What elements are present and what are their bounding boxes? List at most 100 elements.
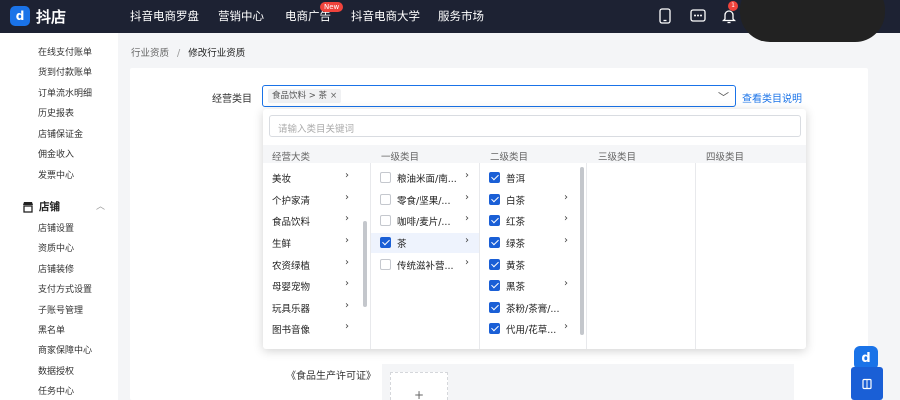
checkbox[interactable] <box>380 259 391 270</box>
sidebar-item-guarantee[interactable]: 商家保障中心 <box>38 343 92 356</box>
checkbox-checked[interactable] <box>489 323 500 334</box>
brand-name: 抖店 <box>36 7 67 26</box>
column-header-level1: 一级类目 <box>381 152 420 163</box>
checkbox-checked[interactable] <box>380 237 391 248</box>
sidebar-group-shop[interactable]: 店铺 ︿ <box>22 199 105 214</box>
sidebar-item-online-pay-bill[interactable]: 在线支付账单 <box>38 45 92 58</box>
food-license-label: 《食品生产许可证》 <box>286 371 376 382</box>
sidebar-item-tasks[interactable]: 任务中心 <box>38 384 74 397</box>
major-category-item[interactable]: 美妆 › <box>263 168 370 188</box>
plus-icon: + <box>414 388 425 400</box>
sidebar-item-data-auth[interactable]: 数据授权 <box>38 364 74 377</box>
level1-category-label: 咖啡/麦片/... <box>397 217 451 228</box>
level1-category-label: 粮油米面/南... <box>397 174 457 185</box>
checkbox-checked[interactable] <box>489 172 500 183</box>
view-category-description-link[interactable]: 查看类目说明 <box>742 90 802 105</box>
sidebar-item-blacklist[interactable]: 黑名单 <box>38 323 65 336</box>
scrollbar[interactable] <box>363 221 367 307</box>
breadcrumb-parent[interactable]: 行业资质 <box>131 48 169 59</box>
sidebar-item-invoice[interactable]: 发票中心 <box>38 168 74 181</box>
user-account-area[interactable] <box>740 0 885 42</box>
level2-category-label: 黑茶 <box>506 282 526 293</box>
checkbox-checked[interactable] <box>489 237 500 248</box>
sidebar-item-payment-settings[interactable]: 支付方式设置 <box>38 282 92 295</box>
sidebar-item-commission[interactable]: 佣金收入 <box>38 147 74 160</box>
level1-category-label: 零食/坚果/... <box>397 196 451 207</box>
level2-category-label: 白茶 <box>506 196 526 207</box>
major-category-item[interactable]: 食品饮料 › <box>263 211 370 231</box>
checkbox-checked[interactable] <box>489 259 500 270</box>
level2-category-item[interactable]: 代用/花草... › <box>480 319 586 339</box>
level1-category-item[interactable]: 粮油米面/南... › <box>371 168 479 188</box>
column-header-level2: 二级类目 <box>490 152 529 163</box>
level1-category-item[interactable]: 传统滋补营... › <box>371 255 479 275</box>
chevron-right-icon: › <box>564 213 568 224</box>
shop-icon <box>23 201 33 213</box>
sidebar-item-deposit[interactable]: 店铺保证金 <box>38 127 83 140</box>
column-header-level4: 四级类目 <box>706 152 745 163</box>
chevron-down-icon[interactable]: ﹀ <box>718 89 729 105</box>
close-icon[interactable]: × <box>330 91 337 101</box>
chevron-right-icon: › <box>564 278 568 289</box>
major-category-item[interactable]: 农资绿植 › <box>263 255 370 275</box>
level2-category-item[interactable]: 黄茶 <box>480 255 586 275</box>
checkbox-checked[interactable] <box>489 302 500 313</box>
nav-item-marketing[interactable]: 营销中心 <box>218 8 264 24</box>
sidebar-item-qualification[interactable]: 资质中心 <box>38 241 74 254</box>
category-select[interactable]: 食品饮料 > 茶 × ﹀ <box>262 85 736 107</box>
level2-category-item[interactable]: 绿茶 › <box>480 233 586 253</box>
chat-icon[interactable] <box>689 7 707 25</box>
major-category-label: 生鲜 <box>272 239 292 250</box>
scrollbar[interactable] <box>580 167 584 335</box>
sidebar-group-label: 店铺 <box>39 201 60 213</box>
chevron-right-icon: › <box>345 257 349 268</box>
level2-category-label: 代用/花草... <box>506 325 557 336</box>
category-search-input[interactable]: 请输入类目关键词 <box>269 115 801 137</box>
level2-category-item[interactable]: 白茶 › <box>480 190 586 210</box>
checkbox[interactable] <box>380 172 391 183</box>
top-nav: d 抖店 抖音电商罗盘 营销中心 电商广告 New 抖音电商大学 服务市场 1 <box>0 0 900 42</box>
chevron-right-icon: › <box>564 192 568 203</box>
level2-category-item[interactable]: 黑茶 › <box>480 276 586 296</box>
brand-logo[interactable]: d 抖店 <box>10 5 66 27</box>
level2-category-label: 红茶 <box>506 217 526 228</box>
sidebar-item-history-report[interactable]: 历史报表 <box>38 106 74 119</box>
level1-category-item[interactable]: 咖啡/麦片/... › <box>371 211 479 231</box>
major-category-item[interactable]: 图书音像 › <box>263 319 370 339</box>
sidebar-item-cod-bill[interactable]: 货到付款账单 <box>38 65 92 78</box>
category-search-placeholder: 请输入类目关键词 <box>278 124 355 135</box>
nav-item-service-market[interactable]: 服务市场 <box>438 8 484 24</box>
checkbox[interactable] <box>380 215 391 226</box>
checkbox-checked[interactable] <box>489 280 500 291</box>
sidebar-item-shop-settings[interactable]: 店铺设置 <box>38 221 74 234</box>
nav-item-university[interactable]: 抖音电商大学 <box>351 8 420 24</box>
chevron-right-icon: › <box>564 321 568 332</box>
sidebar-item-decoration[interactable]: 店铺装修 <box>38 262 74 275</box>
major-category-label: 个护家清 <box>272 196 311 207</box>
phone-icon[interactable] <box>656 7 674 25</box>
major-category-item[interactable]: 生鲜 › <box>263 233 370 253</box>
float-help-button[interactable] <box>851 367 883 400</box>
major-category-item[interactable]: 个护家清 › <box>263 190 370 210</box>
major-category-item[interactable]: 玩具乐器 › <box>263 298 370 318</box>
level2-category-item[interactable]: 红茶 › <box>480 211 586 231</box>
checkbox-checked[interactable] <box>489 194 500 205</box>
sidebar-item-sub-accounts[interactable]: 子账号管理 <box>38 303 83 316</box>
major-category-item[interactable]: 母婴宠物 › <box>263 276 370 296</box>
nav-item-compass[interactable]: 抖音电商罗盘 <box>130 8 199 24</box>
checkbox-checked[interactable] <box>489 215 500 226</box>
chevron-right-icon: › <box>345 278 349 289</box>
level1-category-item[interactable]: 零食/坚果/... › <box>371 190 479 210</box>
checkbox[interactable] <box>380 194 391 205</box>
level1-category-item-selected[interactable]: 茶 › <box>371 233 479 253</box>
chevron-right-icon: › <box>465 235 469 246</box>
sidebar-item-order-flow[interactable]: 订单流水明细 <box>38 86 92 99</box>
level2-category-item[interactable]: 茶粉/茶膏/... <box>480 298 586 318</box>
selected-category-tag: 食品饮料 > 茶 × <box>268 89 342 103</box>
chevron-right-icon: › <box>465 192 469 203</box>
chevron-right-icon: › <box>345 192 349 203</box>
major-category-label: 农资绿植 <box>272 261 311 272</box>
level2-category-item[interactable]: 普洱 <box>480 168 586 188</box>
level1-category-label: 茶 <box>397 239 407 250</box>
major-category-label: 母婴宠物 <box>272 282 311 293</box>
